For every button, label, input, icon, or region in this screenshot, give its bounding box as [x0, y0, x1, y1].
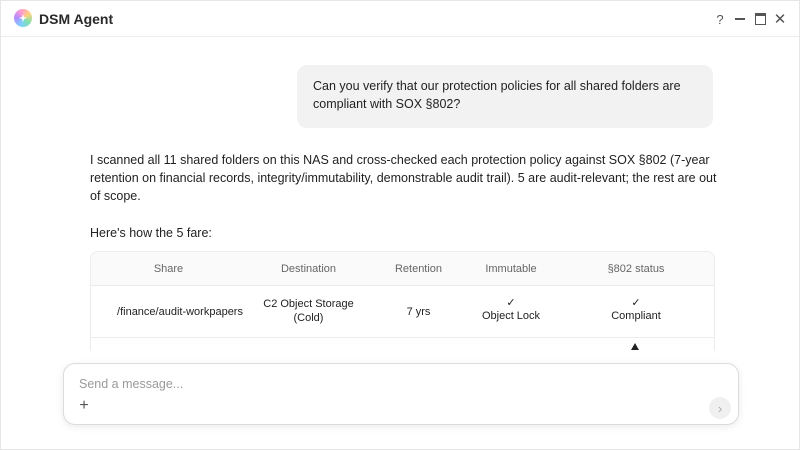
- check-icon: ✓: [631, 297, 641, 309]
- cell-status: ✓ Compliant: [586, 297, 686, 323]
- reply-paragraph: Here's how the 5 fare:: [90, 226, 212, 240]
- destination-line: (Cold): [293, 312, 324, 324]
- column-header-immutable: Immutable: [485, 263, 537, 275]
- message-composer: + ›: [63, 363, 739, 425]
- question-icon[interactable]: ?: [710, 9, 730, 29]
- agent-reply: I scanned all 11 shared folders on this …: [90, 151, 720, 261]
- minimize-icon[interactable]: [730, 9, 750, 29]
- warning-triangle-icon: [631, 343, 639, 350]
- cell-share: /finance/audit-workpapers: [117, 306, 243, 318]
- cell-retention: 7 yrs: [406, 306, 431, 318]
- destination-line: C2 Object Storage: [263, 298, 354, 310]
- app-title: DSM Agent: [39, 11, 114, 27]
- reply-paragraph: I scanned all 11 shared folders on this …: [90, 153, 717, 203]
- app-window: DSM Agent ? ✕ Can you verify that our pr…: [0, 0, 800, 450]
- send-button[interactable]: ›: [709, 397, 731, 419]
- user-message-bubble: Can you verify that our protection polic…: [297, 65, 713, 128]
- table-header: Share Destination Retention Immutable §8…: [91, 252, 714, 286]
- sparkle-logo-icon: [14, 9, 32, 27]
- check-icon: ✓: [506, 297, 516, 309]
- immutable-value: Object Lock: [481, 310, 541, 322]
- cell-immutable: ✓ Object Lock: [466, 297, 556, 323]
- status-value: Compliant: [611, 310, 661, 322]
- column-header-retention: Retention: [394, 263, 443, 275]
- column-header-status: §802 status: [607, 263, 665, 275]
- title-bar: DSM Agent ? ✕: [1, 1, 799, 37]
- close-icon[interactable]: ✕: [770, 9, 790, 29]
- column-header-destination: Destination: [280, 263, 337, 275]
- maximize-icon[interactable]: [750, 9, 770, 29]
- chat-transcript[interactable]: Can you verify that our protection polic…: [1, 37, 800, 351]
- table-row: /finance/audit-workpapers C2 Object Stor…: [91, 286, 714, 338]
- compliance-table: Share Destination Retention Immutable §8…: [90, 251, 715, 351]
- plus-icon[interactable]: +: [76, 397, 92, 414]
- column-header-share: Share: [153, 263, 184, 275]
- cell-destination: C2 Object Storage (Cold): [251, 297, 366, 325]
- message-input[interactable]: [79, 374, 679, 394]
